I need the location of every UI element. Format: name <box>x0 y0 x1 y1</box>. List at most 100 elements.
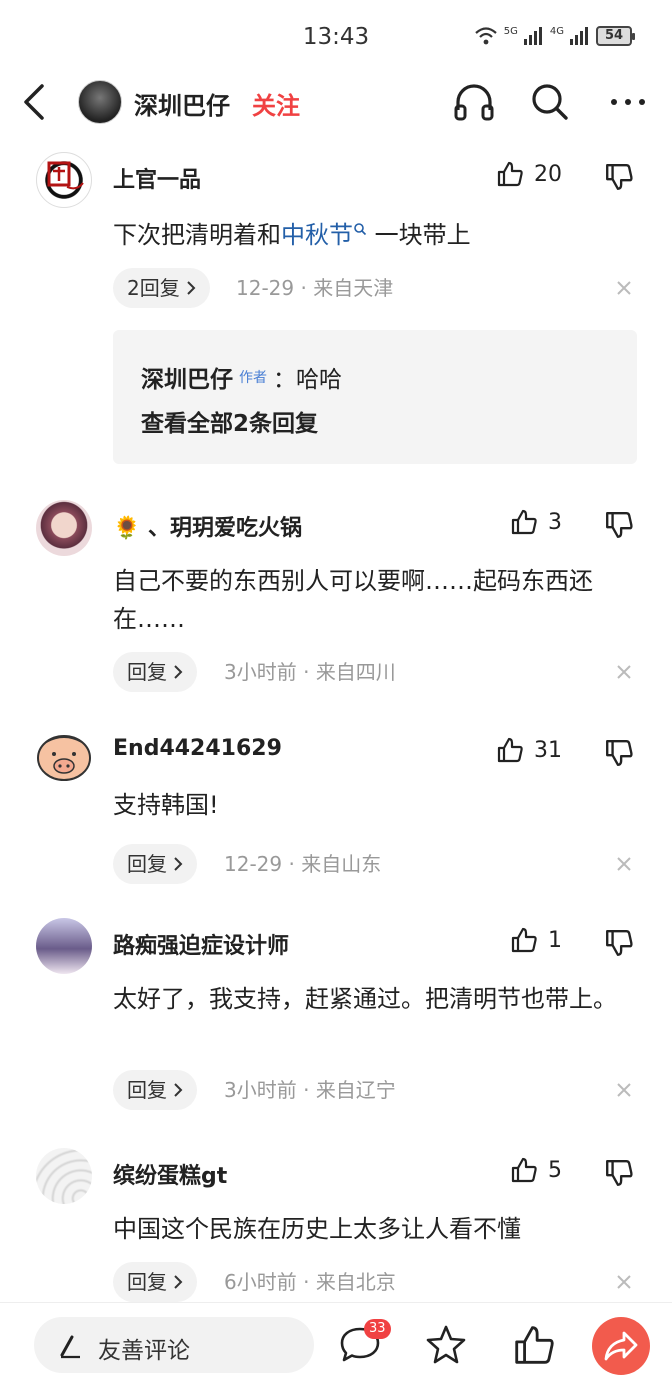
more-button[interactable] <box>606 80 650 124</box>
dismiss-button[interactable] <box>614 662 634 682</box>
like-button[interactable]: 5 <box>510 1156 562 1184</box>
dislike-button[interactable] <box>604 510 634 540</box>
reply-author[interactable]: 深圳巴仔 <box>141 360 233 394</box>
search-icon <box>532 84 568 120</box>
chevron-right-icon <box>174 857 183 871</box>
dislike-button[interactable] <box>604 738 634 768</box>
comment-meta: 6小时前 · 来自北京 <box>224 1270 396 1294</box>
chevron-right-icon <box>174 1083 183 1097</box>
dismiss-button[interactable] <box>614 1272 634 1292</box>
comment-text: 自己不要的东西别人可以要啊……起码东西还在…… <box>113 567 593 633</box>
comment-meta: 12-29 · 来自山东 <box>224 852 382 876</box>
more-icon <box>611 99 645 105</box>
avatar[interactable] <box>36 728 92 784</box>
comment-count-badge: 33 <box>364 1319 391 1339</box>
like-count: 5 <box>548 1157 562 1183</box>
like-count: 20 <box>534 161 562 187</box>
comment-meta: 3小时前 · 来自四川 <box>224 660 396 684</box>
star-icon <box>426 1325 466 1364</box>
dismiss-button[interactable] <box>614 278 634 298</box>
search-button[interactable] <box>528 80 572 124</box>
like-count: 1 <box>548 927 562 953</box>
comment-input[interactable]: 友善评论 <box>34 1317 314 1373</box>
view-all-replies-link[interactable]: 查看全部2条回复 <box>141 404 318 438</box>
dismiss-button[interactable] <box>614 854 634 874</box>
avatar[interactable] <box>36 500 92 556</box>
comment-author[interactable]: 路痴强迫症设计师 <box>113 928 289 960</box>
wifi-icon <box>475 27 497 45</box>
dislike-button[interactable] <box>604 1158 634 1188</box>
topic-link[interactable]: 中秋节 <box>281 221 353 249</box>
share-button[interactable] <box>592 1317 650 1375</box>
reply-label: 回复 <box>127 660 167 684</box>
chevron-right-icon <box>187 281 196 295</box>
favorite-button[interactable] <box>424 1323 468 1367</box>
comment-text: 中国这个民族在历史上太多让人看不懂 <box>113 1215 521 1243</box>
avatar[interactable] <box>36 918 92 974</box>
comment-text: 支持韩国! <box>113 791 219 819</box>
battery-indicator: 54 <box>596 26 635 46</box>
avatar[interactable] <box>36 152 92 208</box>
signal-4g-label: 4G <box>549 25 564 37</box>
comment-author[interactable]: 上官一品 <box>113 162 201 194</box>
dismiss-button[interactable] <box>614 1080 634 1100</box>
comment-author[interactable]: 缤纷蛋糕gt <box>113 1158 227 1190</box>
comment-text-part: 下次把清明着和 <box>113 221 281 249</box>
follow-button[interactable]: 关注 <box>252 86 300 121</box>
like-button[interactable]: 3 <box>510 508 562 536</box>
comment-time: 6小时前 <box>224 1270 297 1294</box>
like-button[interactable]: 1 <box>510 926 562 954</box>
comment-location: 来自山东 <box>301 852 382 876</box>
reply-button[interactable]: 回复 <box>113 1262 197 1302</box>
dislike-button[interactable] <box>604 928 634 958</box>
chevron-right-icon <box>174 1275 183 1289</box>
status-icons: 5G 4G 54 <box>474 25 635 46</box>
article-header: 深圳巴仔 关注 <box>0 70 672 134</box>
reply-button[interactable]: 回复 <box>113 652 197 692</box>
close-icon <box>617 665 631 679</box>
reply-label: 2回复 <box>127 276 180 300</box>
thumbs-down-icon <box>606 740 633 766</box>
signal-5g-label: 5G <box>503 25 518 37</box>
avatar-image <box>47 161 84 190</box>
listen-button[interactable] <box>452 80 496 124</box>
reply-preview[interactable]: 深圳巴仔 作者 ：哈哈 查看全部2条回复 <box>113 330 637 464</box>
thumbs-up-icon <box>497 737 523 763</box>
close-icon <box>617 1275 631 1289</box>
author-badge: 作者 <box>239 370 267 386</box>
thumbs-up-icon <box>515 1326 554 1364</box>
author-avatar[interactable] <box>78 80 122 124</box>
avatar-image <box>37 735 91 781</box>
back-button[interactable] <box>16 80 56 124</box>
comment-author[interactable]: 🌻 、玥玥爱吃火锅 <box>113 510 302 542</box>
signal-icon <box>570 27 588 45</box>
comment-author[interactable]: End44241629 <box>113 736 282 761</box>
reply-label: 回复 <box>127 1078 167 1102</box>
like-count: 3 <box>548 509 562 535</box>
reply-button[interactable]: 2回复 <box>113 268 210 308</box>
reply-label: 回复 <box>127 1270 167 1294</box>
comment-location: 来自天津 <box>313 276 394 300</box>
signal-icon <box>523 27 542 45</box>
like-button[interactable]: 20 <box>496 160 562 188</box>
author-name[interactable]: 深圳巴仔 <box>134 86 230 121</box>
comment-location: 来自辽宁 <box>315 1078 396 1102</box>
close-icon <box>617 857 631 871</box>
close-icon <box>617 281 631 295</box>
comment-text: 太好了，我支持，赶紧通过。把清明节也带上。 <box>113 985 617 1013</box>
comment-meta: 3小时前 · 来自辽宁 <box>224 1078 396 1102</box>
thumbs-up-icon <box>511 1157 537 1183</box>
like-article-button[interactable] <box>512 1323 556 1367</box>
search-icon <box>354 223 367 236</box>
thumbs-up-icon <box>511 509 537 535</box>
dislike-button[interactable] <box>604 162 634 192</box>
like-button[interactable]: 31 <box>496 736 562 764</box>
reply-button[interactable]: 回复 <box>113 844 197 884</box>
pen-icon <box>60 1335 80 1359</box>
comment-input-placeholder: 友善评论 <box>98 1338 190 1364</box>
reply-button[interactable]: 回复 <box>113 1070 197 1110</box>
comment-location: 来自北京 <box>315 1270 396 1294</box>
like-count: 31 <box>534 737 562 763</box>
avatar[interactable] <box>36 1148 92 1204</box>
thumbs-down-icon <box>606 164 633 190</box>
